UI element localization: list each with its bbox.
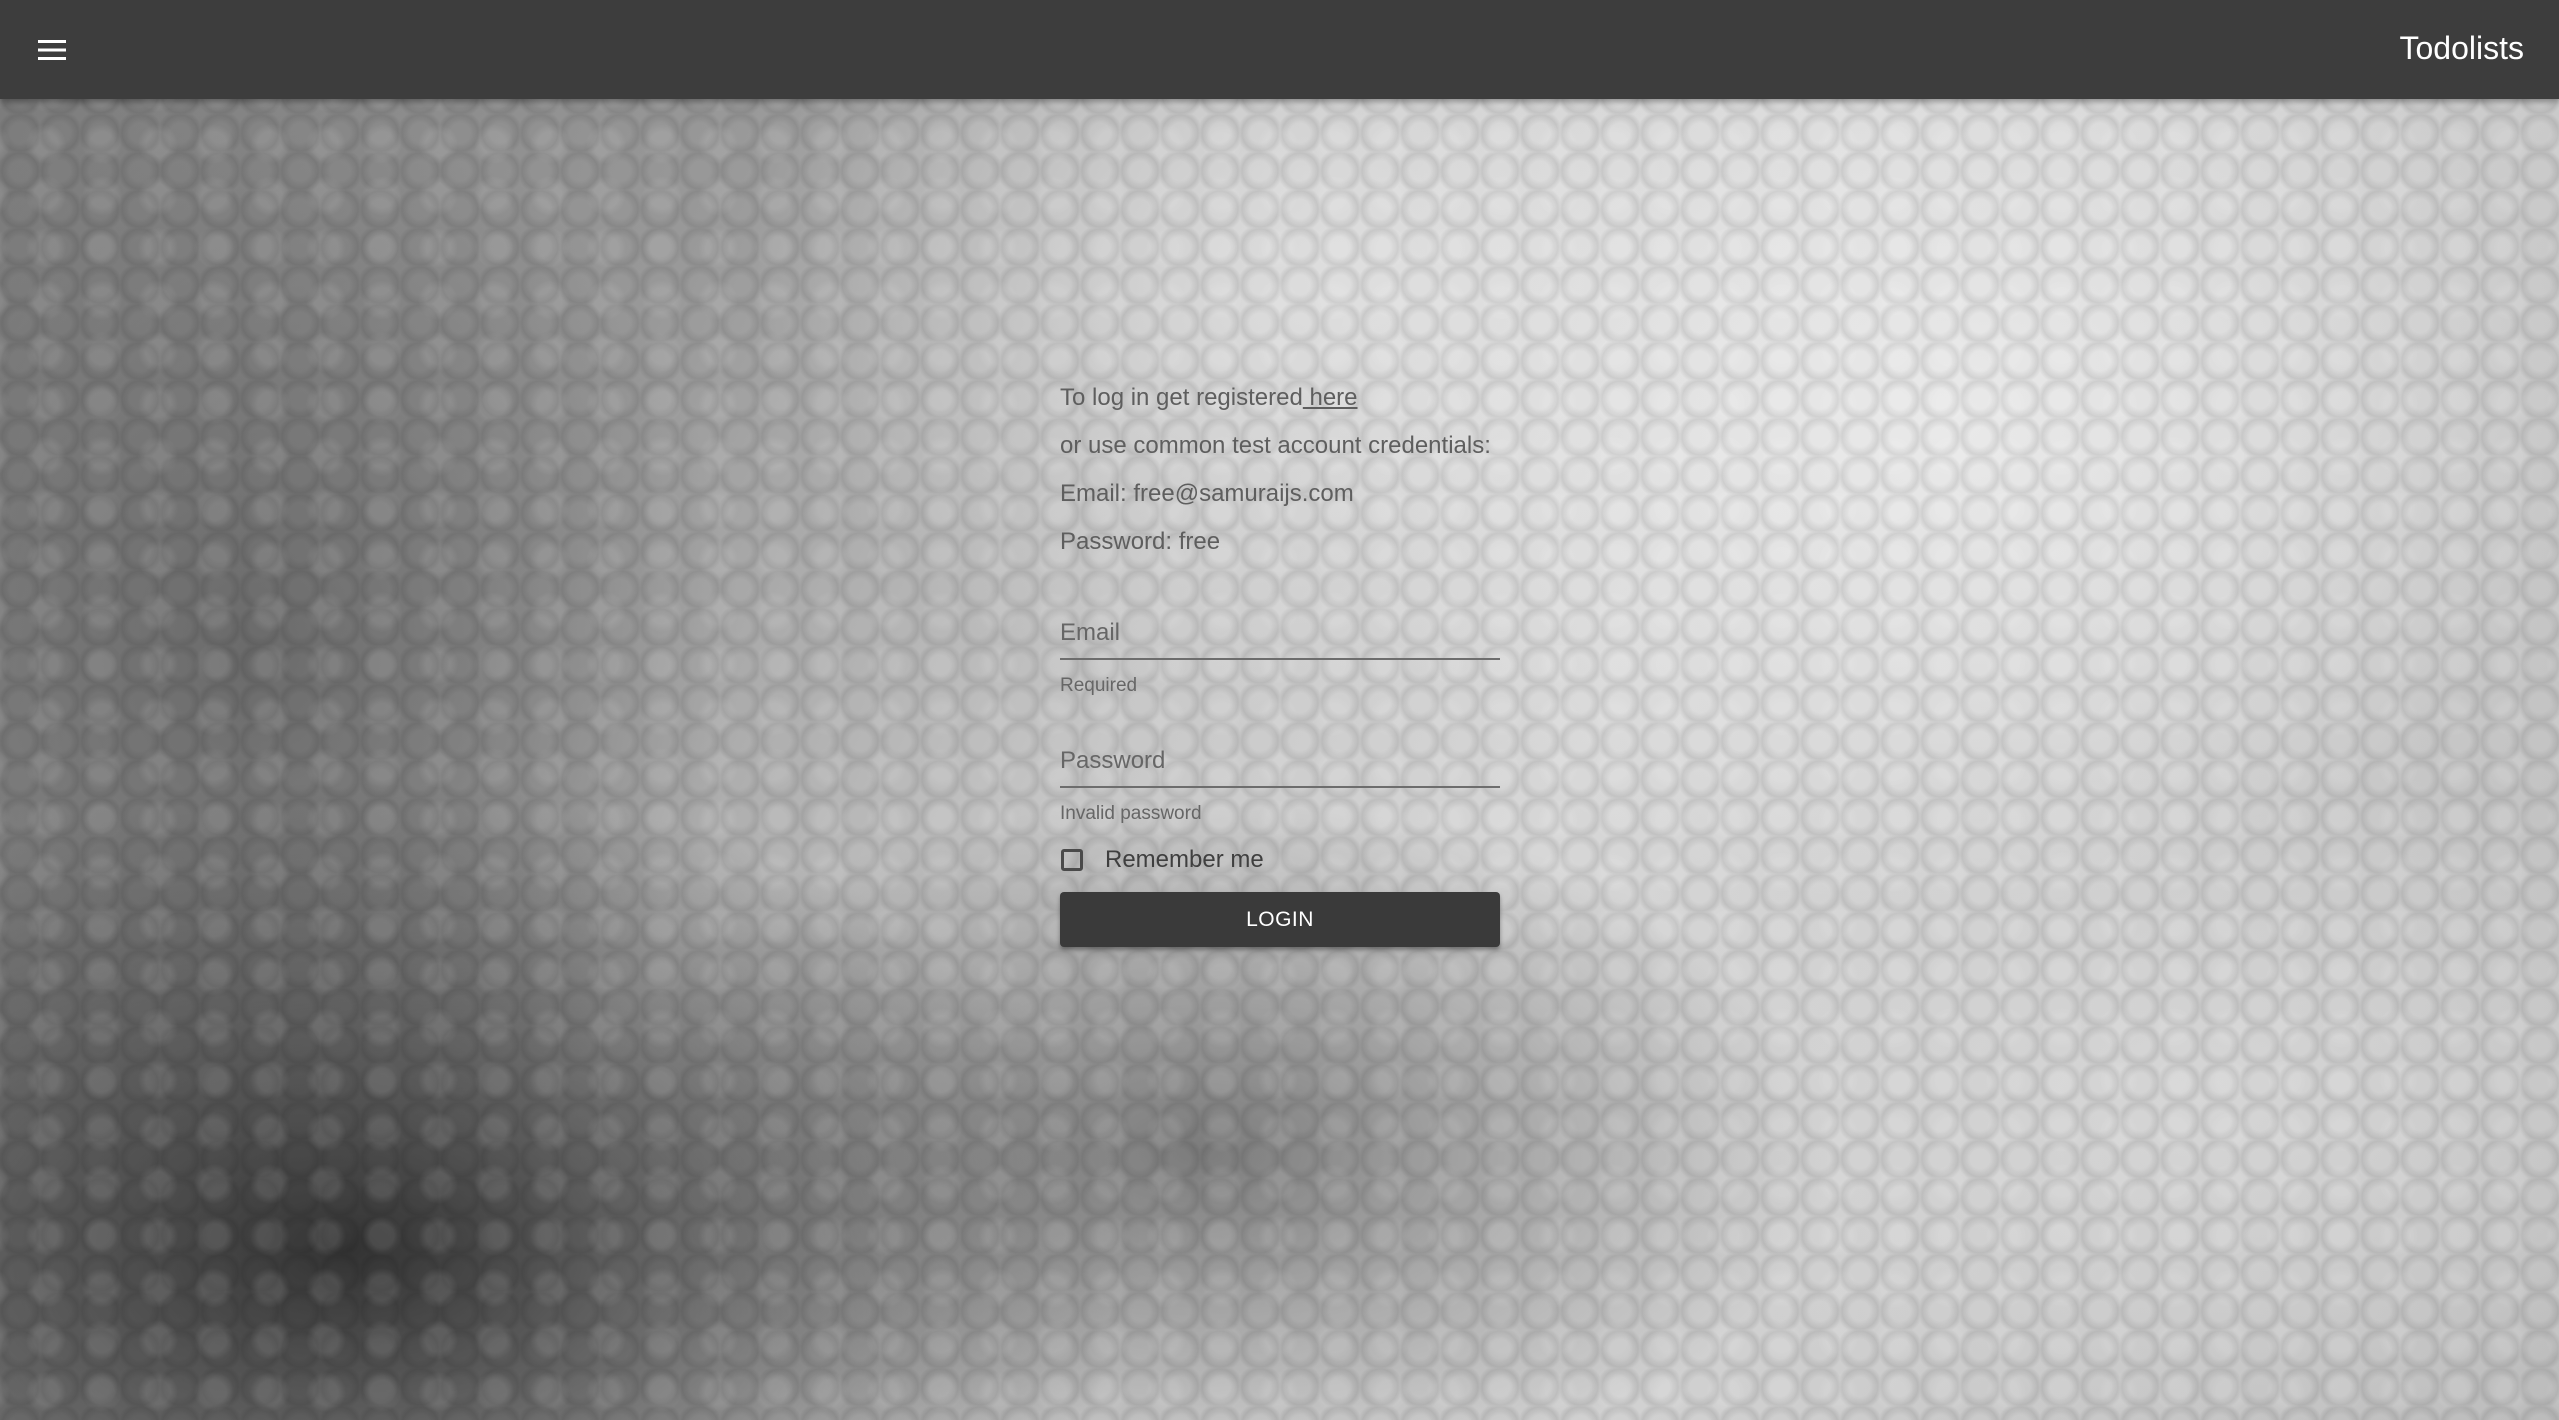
remember-me-label: Remember me — [1105, 846, 1264, 873]
password-helper-text: Invalid password — [1060, 803, 1202, 824]
remember-me-checkbox[interactable] — [1061, 849, 1083, 871]
register-link[interactable]: here — [1303, 384, 1357, 411]
info-email-line: Email: free@samuraijs.com — [1060, 480, 1354, 507]
info-test-account-line: or use common test account credentials: — [1060, 432, 1491, 459]
app-bar: Todolists — [0, 0, 2559, 99]
email-helper-text: Required — [1060, 675, 1138, 696]
email-field[interactable] — [1060, 616, 1500, 660]
menu-button[interactable] — [24, 22, 80, 78]
info-password-line: Password: free — [1060, 528, 1221, 555]
login-form: To log in get registered here or use com… — [1060, 382, 1500, 947]
login-button[interactable]: LOGIN — [1060, 892, 1500, 947]
info-register-text: To log in get registered — [1060, 384, 1303, 411]
info-register-line: To log in get registered here — [1060, 382, 1500, 414]
app-title: Todolists — [2399, 30, 2525, 66]
email-field-wrapper: Required — [1060, 616, 1500, 698]
password-field[interactable] — [1060, 744, 1500, 788]
remember-me-option[interactable]: Remember me — [1060, 844, 1500, 876]
password-field-wrapper: Invalid password — [1060, 744, 1500, 826]
hamburger-menu-icon — [38, 40, 66, 60]
